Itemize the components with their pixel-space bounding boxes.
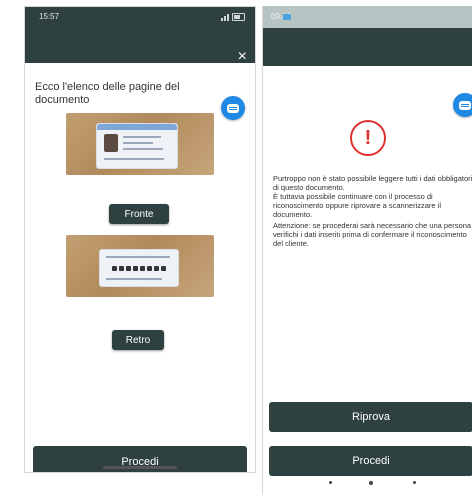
chat-icon[interactable] [453,93,472,117]
document-read-error-screen: 09:41 ! Purtroppo non è stato possibile … [262,6,472,495]
chat-bubble-icon [459,100,471,110]
chat-bubble-icon [227,103,239,113]
nav-back-icon[interactable] [329,481,332,484]
warning-message: Attenzione: se procederai sarà necessari… [273,221,472,248]
status-bar: 09:41 [263,6,472,28]
alert-icon: ! [350,120,386,156]
notification-icon [283,14,291,20]
app-bar [263,28,472,66]
close-icon[interactable]: × [238,49,247,65]
status-bar: 15:57 [25,7,255,29]
nav-recents-icon[interactable] [413,481,416,484]
battery-icon [232,13,245,21]
document-front-thumbnail[interactable] [66,113,214,175]
status-icons [221,13,245,21]
nav-home-icon[interactable] [369,481,373,485]
front-page-button[interactable]: Fronte [109,204,169,224]
chat-icon[interactable] [221,96,245,120]
proceed-button[interactable]: Procedi [269,446,472,476]
navigation-bar [263,479,472,489]
signal-icon [221,13,229,21]
document-pages-screen: 15:57 × Ecco l'elenco delle pagine del d… [24,6,256,473]
error-message: Purtroppo non è stato possibile leggere … [273,174,472,219]
id-photo [104,134,118,152]
app-bar [25,29,255,63]
retry-button[interactable]: Riprova [269,402,472,432]
back-page-button[interactable]: Retro [112,330,164,350]
error-message-text: Purtroppo non è stato possibile leggere … [273,174,472,219]
id-card-back-image [99,249,179,287]
status-time: 15:57 [39,12,60,21]
id-card-front-image [96,123,178,169]
warning-message-text: Attenzione: se procederai sarà necessari… [273,221,472,248]
home-indicator [103,466,177,469]
document-back-thumbnail[interactable] [66,235,214,297]
page-intro-text: Ecco l'elenco delle pagine del documento [35,81,180,106]
